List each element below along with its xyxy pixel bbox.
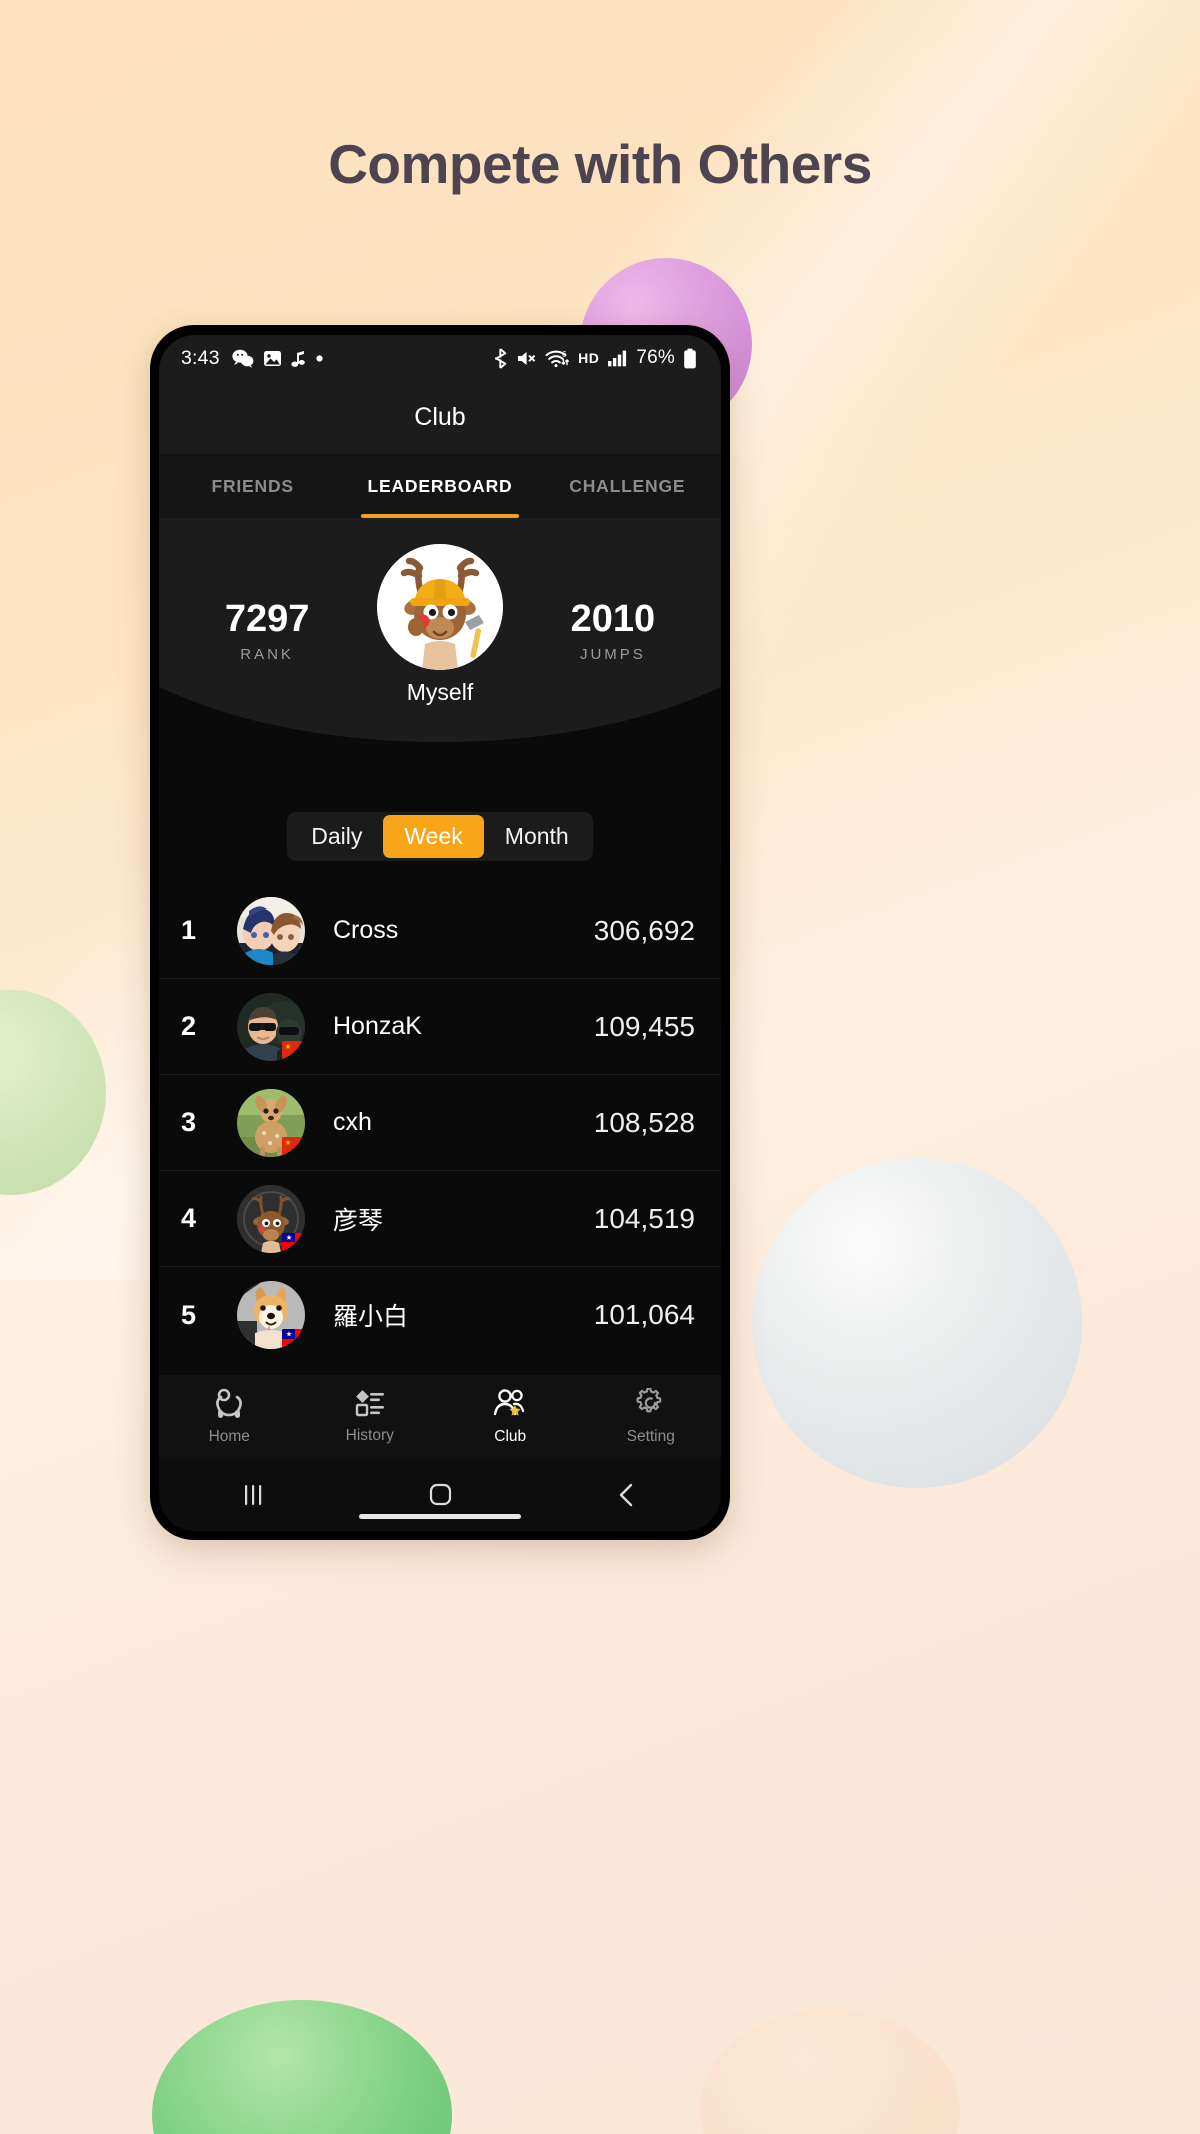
page-headline: Compete with Others [328, 133, 872, 195]
nav-item-home[interactable]: Home [159, 1388, 300, 1446]
rank-label: RANK [240, 645, 294, 663]
tab-leaderboard[interactable]: LEADERBOARD [346, 454, 533, 518]
nav-label-setting: Setting [626, 1428, 675, 1445]
bottom-navigation: Home History Club Setting [159, 1375, 721, 1459]
rank-stat: 7297 RANK [193, 598, 341, 663]
tab-friends[interactable]: FRIENDS [159, 454, 346, 518]
tab-friends-label: FRIENDS [211, 475, 294, 496]
player-name: Cross [333, 916, 399, 944]
player-score: 108,528 [593, 1106, 695, 1138]
app-bar-title: Club [414, 403, 466, 431]
player-score: 306,692 [593, 914, 695, 946]
nav-item-setting[interactable]: Setting [581, 1387, 722, 1446]
rank-number: 1 [181, 915, 197, 945]
tab-challenge[interactable]: CHALLENGE [534, 454, 721, 518]
leaderboard-list[interactable]: 1 Cross 306,692 2 HonzaK 109,455 3 cxh 1… [159, 883, 721, 1375]
music-note-icon [291, 349, 306, 368]
wechat-icon [232, 349, 254, 368]
flag-icon [282, 1040, 305, 1060]
table-row[interactable]: 3 cxh 108,528 [159, 1075, 721, 1171]
signal-icon [607, 349, 628, 367]
nav-label-history: History [345, 1427, 394, 1444]
jump-rope-icon [212, 1388, 246, 1423]
battery-percent-label: 76% [636, 347, 675, 368]
mute-icon [516, 349, 537, 368]
my-stats-hero: 7297 RANK Myself 2010 JUMPS [159, 518, 721, 788]
period-option-daily[interactable]: Daily [290, 815, 383, 858]
rank-number: 2 [181, 1011, 197, 1041]
period-option-week[interactable]: Week [383, 815, 484, 858]
anime-duo-avatar [237, 896, 305, 965]
player-name: 羅小白 [333, 1303, 409, 1331]
jumps-stat: 2010 JUMPS [539, 598, 687, 663]
fawn-avatar [237, 1088, 305, 1157]
deer-dark-avatar [237, 1184, 305, 1253]
rank-number: 4 [181, 1203, 197, 1233]
app-bar: Club [159, 381, 721, 454]
table-row[interactable]: 5 羅小白 101,064 [159, 1267, 721, 1363]
flag-icon [282, 1232, 305, 1252]
player-name: HonzaK [333, 1012, 422, 1040]
flag-icon [282, 1136, 305, 1156]
nav-item-history[interactable]: History [300, 1389, 441, 1445]
rank-number: 3 [181, 1107, 197, 1137]
status-bar: 3:43 6 HD 76% [159, 335, 721, 381]
player-name: cxh [333, 1108, 372, 1136]
player-score: 101,064 [593, 1299, 695, 1330]
jumps-value: 2010 [570, 598, 656, 640]
back-chevron-icon[interactable] [534, 1481, 721, 1509]
my-name-label: Myself [406, 679, 474, 705]
deer-hardhat-avatar[interactable] [377, 544, 503, 670]
my-profile[interactable]: Myself [341, 544, 539, 706]
player-name: 彦琴 [333, 1206, 384, 1235]
phone-mockup: 3:43 6 HD 76% Club FRIENDS LEADERBOARD C… [150, 325, 730, 1540]
gear-icon [636, 1387, 666, 1423]
nav-label-club: Club [494, 1428, 527, 1445]
shiba-dog-avatar [237, 1281, 305, 1349]
table-row[interactable]: 1 Cross 306,692 [159, 883, 721, 979]
nav-label-home: Home [208, 1428, 250, 1445]
man-sunglasses-avatar [237, 992, 305, 1061]
period-filter: Daily Week Month [159, 788, 721, 883]
rank-number: 5 [181, 1299, 197, 1330]
jumps-label: JUMPS [579, 645, 646, 663]
period-option-month[interactable]: Month [484, 815, 590, 858]
rank-value: 7297 [224, 598, 310, 640]
home-indicator [359, 1514, 521, 1519]
table-row[interactable]: 2 HonzaK 109,455 [159, 979, 721, 1075]
battery-icon [683, 348, 697, 369]
people-star-icon [492, 1388, 528, 1423]
svg-text:6: 6 [562, 350, 567, 359]
hd-icon: HD [578, 350, 600, 366]
home-square-icon[interactable] [346, 1481, 533, 1509]
tab-challenge-label: CHALLENGE [569, 475, 686, 496]
flag-icon [282, 1329, 305, 1348]
wifi6-icon: 6 [545, 348, 570, 368]
system-navigation-bar [159, 1459, 721, 1531]
gallery-icon [263, 349, 282, 368]
player-score: 104,519 [593, 1202, 695, 1234]
player-score: 109,455 [593, 1010, 695, 1042]
nav-item-club[interactable]: Club [440, 1388, 581, 1446]
decoration-ball-grey-right [752, 1158, 1082, 1488]
tab-leaderboard-label: LEADERBOARD [367, 475, 513, 496]
status-bar-clock: 3:43 [181, 346, 220, 369]
dot-icon [315, 354, 324, 363]
list-icon [354, 1389, 386, 1422]
table-row[interactable]: 4 彦琴 104,519 [159, 1171, 721, 1267]
tab-bar: FRIENDS LEADERBOARD CHALLENGE [159, 454, 721, 518]
phone-screen: 3:43 6 HD 76% Club FRIENDS LEADERBOARD C… [159, 335, 721, 1531]
bluetooth-icon [493, 347, 508, 369]
recents-icon[interactable] [159, 1482, 346, 1508]
